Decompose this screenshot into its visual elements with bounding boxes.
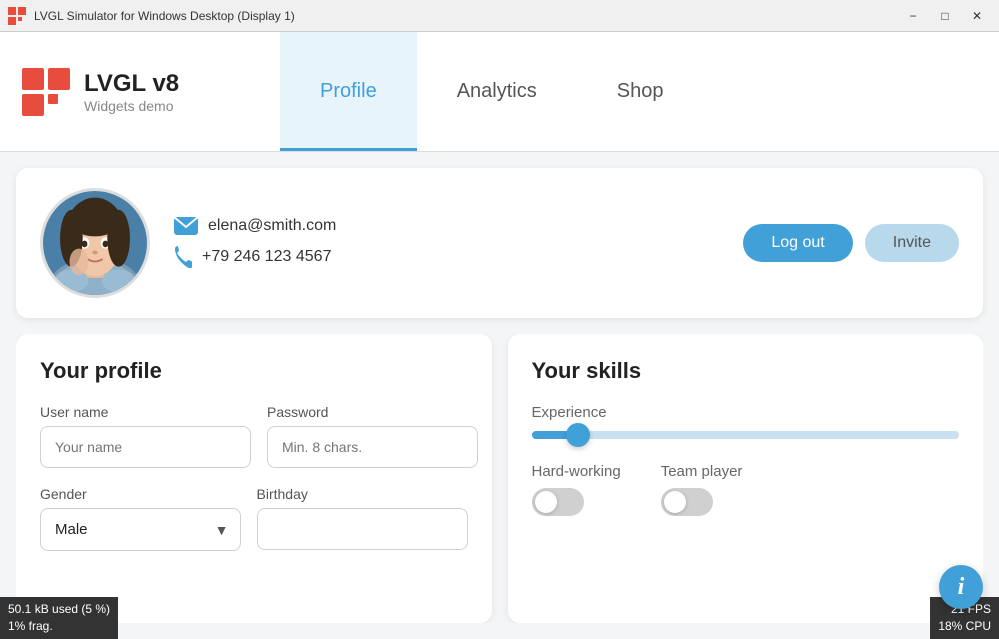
hardworking-label: Hard-working xyxy=(532,463,621,480)
teamplayer-group: Team player xyxy=(661,463,743,516)
tab-shop[interactable]: Shop xyxy=(577,32,704,151)
birthday-input[interactable] xyxy=(257,508,468,550)
maximize-button[interactable]: □ xyxy=(931,6,959,26)
email-text: elena@smith.com xyxy=(208,217,336,235)
gender-label: Gender xyxy=(40,486,241,502)
name-password-row: User name Password xyxy=(40,404,468,468)
memory-text: 50.1 kB used (5 %) xyxy=(8,601,110,618)
email-row: elena@smith.com xyxy=(174,217,719,235)
phone-icon xyxy=(174,245,192,269)
logo-area: LVGL v8 Widgets demo xyxy=(20,66,280,118)
fab-button[interactable]: i xyxy=(939,565,983,609)
password-input[interactable] xyxy=(267,426,478,468)
password-label: Password xyxy=(267,404,478,420)
tab-analytics[interactable]: Analytics xyxy=(417,32,577,151)
profile-actions: Log out Invite xyxy=(743,224,959,262)
tab-bar: Profile Analytics Shop xyxy=(280,32,979,151)
logo-text: LVGL v8 Widgets demo xyxy=(84,70,179,114)
avatar-image xyxy=(43,188,147,298)
gender-select-wrapper: Male Female Other ▼ xyxy=(40,508,241,551)
hardworking-toggle[interactable] xyxy=(532,488,584,516)
birthday-label: Birthday xyxy=(257,486,468,502)
minimize-button[interactable]: − xyxy=(899,6,927,26)
hardworking-toggle-knob xyxy=(535,491,557,513)
experience-slider-track[interactable] xyxy=(532,431,960,439)
logo-title: LVGL v8 xyxy=(84,70,179,98)
app-header: LVGL v8 Widgets demo Profile Analytics S… xyxy=(0,32,999,152)
window-controls: − □ ✕ xyxy=(899,6,991,26)
toggles-row: Hard-working Team player xyxy=(532,463,960,516)
gender-group: Gender Male Female Other ▼ xyxy=(40,486,241,551)
skills-panel-title: Your skills xyxy=(532,358,960,384)
logo-subtitle: Widgets demo xyxy=(84,98,179,114)
main-window: LVGL v8 Widgets demo Profile Analytics S… xyxy=(0,32,999,639)
profile-info: elena@smith.com +79 246 123 4567 xyxy=(174,217,719,269)
invite-button[interactable]: Invite xyxy=(865,224,959,262)
experience-slider-thumb[interactable] xyxy=(566,423,590,447)
logout-button[interactable]: Log out xyxy=(743,224,852,262)
content-area: elena@smith.com +79 246 123 4567 Log out… xyxy=(0,152,999,639)
frag-text: 1% frag. xyxy=(8,618,110,635)
memory-statusbar: 50.1 kB used (5 %) 1% frag. xyxy=(0,597,118,639)
experience-label: Experience xyxy=(532,404,960,421)
gender-birthday-row: Gender Male Female Other ▼ Birthday xyxy=(40,486,468,551)
titlebar: LVGL Simulator for Windows Desktop (Disp… xyxy=(0,0,999,32)
skills-panel: Your skills Experience Hard-working xyxy=(508,334,984,623)
profile-card: elena@smith.com +79 246 123 4567 Log out… xyxy=(16,168,983,318)
avatar xyxy=(40,188,150,298)
info-icon: i xyxy=(958,574,965,601)
username-group: User name xyxy=(40,404,251,468)
panels-row: Your profile User name Password Gender xyxy=(16,334,983,623)
hardworking-group: Hard-working xyxy=(532,463,621,516)
teamplayer-toggle[interactable] xyxy=(661,488,713,516)
experience-section: Experience xyxy=(532,404,960,439)
profile-panel: Your profile User name Password Gender xyxy=(16,334,492,623)
username-label: User name xyxy=(40,404,251,420)
profile-panel-title: Your profile xyxy=(40,358,468,384)
cpu-text: 18% CPU xyxy=(938,618,991,635)
app-icon xyxy=(8,7,26,25)
phone-text: +79 246 123 4567 xyxy=(202,248,331,266)
phone-row: +79 246 123 4567 xyxy=(174,245,719,269)
window-title: LVGL Simulator for Windows Desktop (Disp… xyxy=(34,9,899,23)
teamplayer-toggle-knob xyxy=(664,491,686,513)
username-input[interactable] xyxy=(40,426,251,468)
close-button[interactable]: ✕ xyxy=(963,6,991,26)
email-icon xyxy=(174,217,198,235)
lvgl-logo-icon xyxy=(20,66,72,118)
teamplayer-label: Team player xyxy=(661,463,743,480)
birthday-group: Birthday xyxy=(257,486,468,551)
gender-select[interactable]: Male Female Other xyxy=(40,508,241,551)
tab-profile[interactable]: Profile xyxy=(280,32,417,151)
password-group: Password xyxy=(267,404,478,468)
